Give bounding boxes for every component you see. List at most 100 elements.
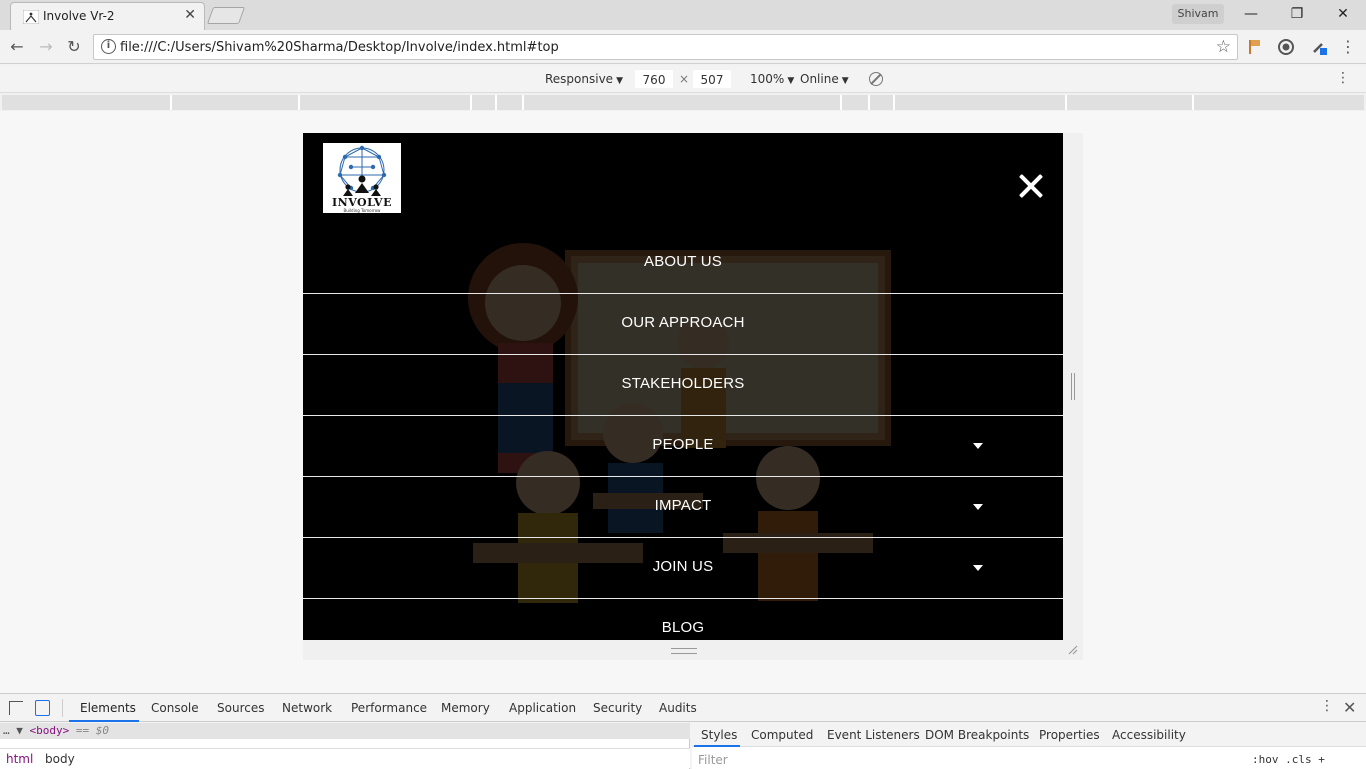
devtools-tab-bar: Elements Console Sources Network Perform… xyxy=(0,694,1366,722)
media-query-segment[interactable] xyxy=(1067,95,1194,110)
tab-memory[interactable]: Memory xyxy=(441,701,490,715)
media-query-segment[interactable] xyxy=(172,95,300,110)
styles-toolbar[interactable]: :hov .cls + xyxy=(1252,753,1325,766)
extension-eyedropper-icon[interactable] xyxy=(1310,38,1328,56)
devtools-close-icon[interactable]: ✕ xyxy=(1343,698,1356,717)
site-info-icon[interactable]: i xyxy=(101,39,116,54)
network-logo-icon xyxy=(337,145,387,196)
network-throttle-select[interactable]: Online ▼ xyxy=(800,72,849,86)
breadcrumb-body[interactable]: body xyxy=(45,752,75,766)
media-query-segment[interactable] xyxy=(524,95,842,110)
menu-item-join-us[interactable]: JOIN US xyxy=(303,538,1063,599)
inspect-element-icon[interactable] xyxy=(9,701,23,715)
zoom-label: 100% xyxy=(750,72,785,86)
menu-item-blog[interactable]: BLOG xyxy=(303,599,1063,640)
device-mode-select[interactable]: Responsive ▼ xyxy=(545,72,623,86)
media-query-segment[interactable] xyxy=(2,95,172,110)
media-query-bar[interactable] xyxy=(2,95,1364,110)
media-query-segment[interactable] xyxy=(497,95,524,110)
dom-tree-selected-node[interactable]: … ▼ <body> == $0 xyxy=(0,723,690,739)
menu-item-our-approach[interactable]: OUR APPROACH xyxy=(303,294,1063,355)
url-text[interactable]: file:///C:/Users/Shivam%20Sharma/Desktop… xyxy=(120,40,559,55)
browser-toolbar: ← → ↻ i file:///C:/Users/Shivam%20Sharma… xyxy=(0,30,1366,64)
tab-accessibility[interactable]: Accessibility xyxy=(1112,728,1186,742)
bookmark-star-icon[interactable]: ☆ xyxy=(1216,37,1231,57)
dropdown-caret-icon[interactable] xyxy=(973,504,983,510)
menu-item-stakeholders[interactable]: STAKEHOLDERS xyxy=(303,355,1063,416)
menu-item-label: PEOPLE xyxy=(652,436,714,453)
rotate-icon[interactable] xyxy=(869,72,883,86)
back-button[interactable]: ← xyxy=(6,36,28,58)
forward-button[interactable]: → xyxy=(35,36,57,58)
styles-filter-input[interactable]: Filter xyxy=(698,753,728,767)
tab-close-icon[interactable]: ✕ xyxy=(184,7,196,23)
profile-button[interactable]: Shivam xyxy=(1172,4,1224,24)
browser-tab[interactable]: Involve Vr-2 ✕ xyxy=(10,2,205,30)
menu-item-impact[interactable]: IMPACT xyxy=(303,477,1063,538)
window-close-button[interactable]: ✕ xyxy=(1320,2,1366,26)
media-query-segment[interactable] xyxy=(472,95,497,110)
tab-dom-breakpoints[interactable]: DOM Breakpoints xyxy=(925,728,1029,742)
tab-security[interactable]: Security xyxy=(593,701,642,715)
devtools-more-icon[interactable]: ⋮ xyxy=(1320,698,1334,714)
website-viewport: INVOLVE Building Tomorrow ABOUT US OUR A… xyxy=(303,133,1063,640)
media-query-segment[interactable] xyxy=(842,95,870,110)
involve-favicon-icon xyxy=(23,10,39,24)
tab-network[interactable]: Network xyxy=(282,701,332,715)
address-bar[interactable]: i file:///C:/Users/Shivam%20Sharma/Deskt… xyxy=(93,34,1238,60)
site-logo[interactable]: INVOLVE Building Tomorrow xyxy=(323,143,401,213)
reload-button[interactable]: ↻ xyxy=(63,36,85,58)
viewport-height-input[interactable]: 507 xyxy=(693,70,731,88)
menu-item-label: OUR APPROACH xyxy=(621,314,745,331)
menu-item-label: IMPACT xyxy=(654,497,712,514)
resize-width-handle[interactable] xyxy=(1071,373,1075,400)
extension-record-icon[interactable] xyxy=(1277,38,1295,56)
chevron-down-icon: ▼ xyxy=(616,76,623,86)
breadcrumb-html[interactable]: html xyxy=(6,752,33,766)
minimize-button[interactable]: — xyxy=(1228,2,1274,26)
menu-item-label: STAKEHOLDERS xyxy=(621,375,745,392)
active-styles-tab-indicator xyxy=(694,745,740,747)
dropdown-caret-icon[interactable] xyxy=(973,443,983,449)
media-query-segment[interactable] xyxy=(300,95,472,110)
restore-button[interactable]: ❐ xyxy=(1274,2,1320,26)
dropdown-caret-icon[interactable] xyxy=(973,565,983,571)
more-options-icon[interactable]: ⋮ xyxy=(1336,71,1350,85)
tab-performance[interactable]: Performance xyxy=(351,701,427,715)
zoom-select[interactable]: 100% ▼ xyxy=(750,72,794,86)
dom-expand-marker[interactable]: … ▼ xyxy=(3,724,23,737)
extension-flag-icon[interactable] xyxy=(1246,38,1264,56)
tab-application[interactable]: Application xyxy=(509,701,576,715)
close-menu-icon[interactable] xyxy=(1016,171,1046,201)
device-toolbar: Responsive ▼ 760 × 507 100% ▼ Online ▼ ⋮ xyxy=(0,65,1366,93)
tab-computed[interactable]: Computed xyxy=(751,728,813,742)
dimension-separator: × xyxy=(679,72,690,86)
resize-corner-handle[interactable] xyxy=(1068,645,1078,655)
styles-sidebar: Styles Computed Event Listeners DOM Brea… xyxy=(692,723,1366,769)
tab-title: Involve Vr-2 xyxy=(43,9,115,23)
chevron-down-icon: ▼ xyxy=(841,76,849,86)
resize-height-handle[interactable] xyxy=(671,648,697,654)
tab-elements[interactable]: Elements xyxy=(80,701,136,715)
media-query-segment[interactable] xyxy=(1194,95,1364,110)
media-query-segment[interactable] xyxy=(870,95,895,110)
tab-styles[interactable]: Styles xyxy=(701,728,737,742)
styles-tab-bar: Styles Computed Event Listeners DOM Brea… xyxy=(692,723,1366,747)
tab-console[interactable]: Console xyxy=(151,701,199,715)
tab-sources[interactable]: Sources xyxy=(217,701,264,715)
active-tab-indicator xyxy=(69,720,139,722)
tab-audits[interactable]: Audits xyxy=(659,701,697,715)
dom-node-tag: <body> xyxy=(29,724,70,737)
title-bar: Involve Vr-2 ✕ Shivam — ❐ ✕ xyxy=(0,0,1366,30)
viewport-width-input[interactable]: 760 xyxy=(635,70,673,88)
tab-event-listeners[interactable]: Event Listeners xyxy=(827,728,920,742)
toggle-device-toolbar-icon[interactable] xyxy=(35,700,50,716)
menu-item-label: ABOUT US xyxy=(643,253,722,270)
menu-item-about-us[interactable]: ABOUT US xyxy=(303,233,1063,294)
browser-menu-icon[interactable]: ⋮ xyxy=(1337,36,1359,58)
media-query-segment[interactable] xyxy=(895,95,1067,110)
tab-properties[interactable]: Properties xyxy=(1039,728,1100,742)
dom-node-ref: == $0 xyxy=(75,724,109,737)
new-tab-button[interactable] xyxy=(206,7,246,24)
menu-item-people[interactable]: PEOPLE xyxy=(303,416,1063,477)
